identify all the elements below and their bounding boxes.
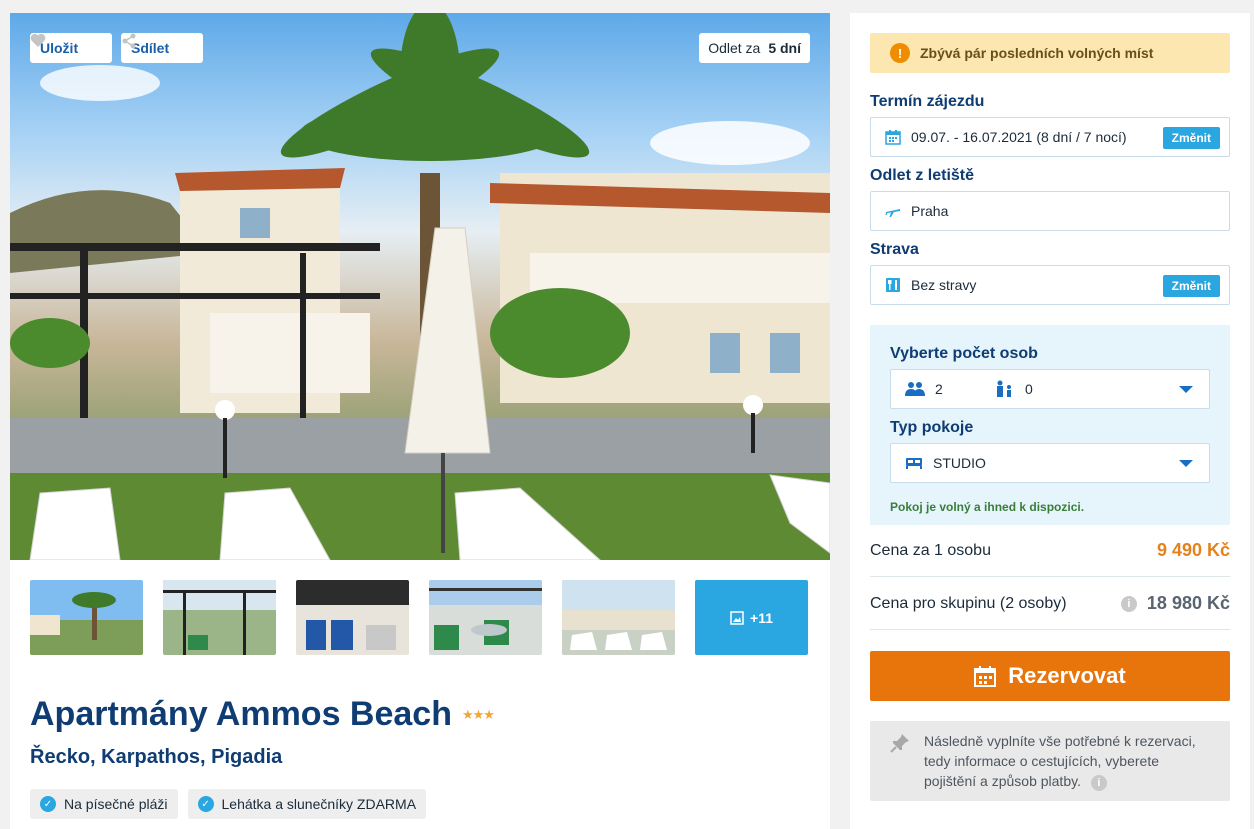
board-value: Bez stravy: [911, 277, 977, 293]
chevron-down-icon: [1179, 460, 1193, 467]
airport-value: Praha: [911, 203, 949, 219]
alert-text: Zbývá pár posledních volných míst: [920, 45, 1154, 61]
children-count: 0: [1025, 381, 1033, 397]
cutlery-icon: [886, 278, 900, 292]
thumbnail-4[interactable]: [429, 580, 542, 655]
room-label: Typ pokoje: [890, 419, 974, 436]
thumbnail-image: [562, 580, 675, 655]
change-term-button[interactable]: Změnit: [1162, 127, 1220, 149]
depart-prefix: Odlet za: [708, 40, 761, 56]
gallery-icon: [730, 610, 744, 625]
heart-icon: [30, 33, 46, 47]
tag-label: Lehátka a slunečníky ZDARMA: [221, 796, 417, 812]
more-photos-label: +11: [750, 609, 773, 626]
price-group-value: 18 980 Kč: [1146, 593, 1230, 613]
board-field[interactable]: Bez stravy Změnit: [870, 265, 1230, 305]
price-group-wrap: i 18 980 Kč: [1120, 593, 1230, 614]
tag-sandy-beach: ✓ Na písečné pláži: [30, 789, 178, 819]
info-icon[interactable]: i: [1120, 595, 1137, 612]
adults-icon: [905, 382, 925, 396]
hotel-location[interactable]: Řecko, Karpathos, Pigadia: [30, 746, 282, 769]
adults-count: 2: [935, 381, 943, 397]
reservation-note: Následně vyplníte vše potřebné k rezerva…: [870, 721, 1230, 801]
more-photos-button[interactable]: +11: [695, 580, 808, 655]
reserve-label: Rezervovat: [1008, 663, 1126, 688]
share-icon: [122, 33, 136, 49]
term-label: Termín zájezdu: [870, 93, 985, 110]
thumbnail-1[interactable]: [30, 580, 143, 655]
airport-label: Odlet z letiště: [870, 167, 975, 184]
children-icon: [997, 380, 1011, 397]
persons-room-box: Vyberte počet osob 2 0 Typ pokoje STUDIO…: [870, 325, 1230, 525]
change-board-button[interactable]: Změnit: [1162, 275, 1220, 297]
persons-select[interactable]: 2 0: [890, 369, 1210, 409]
term-value: 09.07. - 16.07.2021 (8 dní / 7 nocí): [911, 129, 1127, 145]
price-person-label: Cena za 1 osobu: [870, 541, 991, 559]
photo-thumbnails: +11: [30, 580, 808, 655]
depart-days: 5 dní: [768, 40, 801, 56]
availability-alert: ! Zbývá pár posledních volných míst: [870, 33, 1230, 73]
hotel-detail-panel: Uložit Sdílet Odlet za 5 dní +11 Apartmá…: [10, 13, 830, 829]
airport-field[interactable]: Praha: [870, 191, 1230, 231]
bed-icon: [906, 458, 922, 469]
price-per-person-row: Cena za 1 osobu 9 490 Kč: [870, 525, 1230, 577]
plane-icon: [885, 209, 900, 217]
hotel-name: Apartmány Ammos Beach: [30, 695, 452, 733]
calendar-icon: [885, 130, 901, 145]
room-select[interactable]: STUDIO: [890, 443, 1210, 483]
term-field[interactable]: 09.07. - 16.07.2021 (8 dní / 7 nocí) Změ…: [870, 117, 1230, 157]
thumbnail-image: [296, 580, 409, 655]
chevron-down-icon: [1179, 386, 1193, 393]
price-group-row: Cena pro skupinu (2 osoby) i 18 980 Kč: [870, 578, 1230, 630]
check-icon: ✓: [197, 796, 214, 812]
tag-label: Na písečné pláži: [64, 796, 168, 812]
hotel-stars: ★★★: [461, 706, 495, 722]
pin-icon: [890, 734, 909, 753]
reserve-button[interactable]: Rezervovat: [870, 651, 1230, 701]
price-person-value: 9 490 Kč: [1156, 540, 1230, 560]
room-availability-note: Pokoj je volný a ihned k dispozici.: [890, 500, 1085, 514]
exclamation-icon: !: [890, 43, 910, 63]
departure-countdown-badge: Odlet za 5 dní: [699, 33, 810, 63]
info-icon[interactable]: i: [1090, 775, 1107, 791]
thumbnail-image: [30, 580, 143, 655]
calendar-icon: [974, 666, 997, 687]
tag-free-loungers: ✓ Lehátka a slunečníky ZDARMA: [187, 789, 427, 819]
persons-label: Vyberte počet osob: [890, 345, 1038, 362]
thumbnail-3[interactable]: [296, 580, 409, 655]
check-icon: ✓: [40, 796, 56, 812]
hotel-tags: ✓ Na písečné pláži ✓ Lehátka a slunečník…: [30, 789, 427, 819]
room-value: STUDIO: [933, 455, 986, 471]
hotel-photo-illustration: [10, 13, 830, 560]
thumbnail-2[interactable]: [163, 580, 276, 655]
board-label: Strava: [870, 241, 919, 258]
price-group-label: Cena pro skupinu (2 osoby): [870, 594, 1067, 612]
thumbnail-image: [429, 580, 542, 655]
share-button[interactable]: Sdílet: [121, 33, 203, 63]
hotel-main-photo[interactable]: Uložit Sdílet Odlet za 5 dní: [10, 13, 830, 560]
note-text: Následně vyplníte vše potřebné k rezerva…: [924, 733, 1196, 789]
thumbnail-5[interactable]: [562, 580, 675, 655]
save-button[interactable]: Uložit: [30, 33, 112, 63]
hotel-title: Apartmány Ammos Beach ★★★: [30, 695, 495, 734]
booking-panel: ! Zbývá pár posledních volných míst Term…: [850, 13, 1250, 829]
thumbnail-image: [163, 580, 276, 655]
